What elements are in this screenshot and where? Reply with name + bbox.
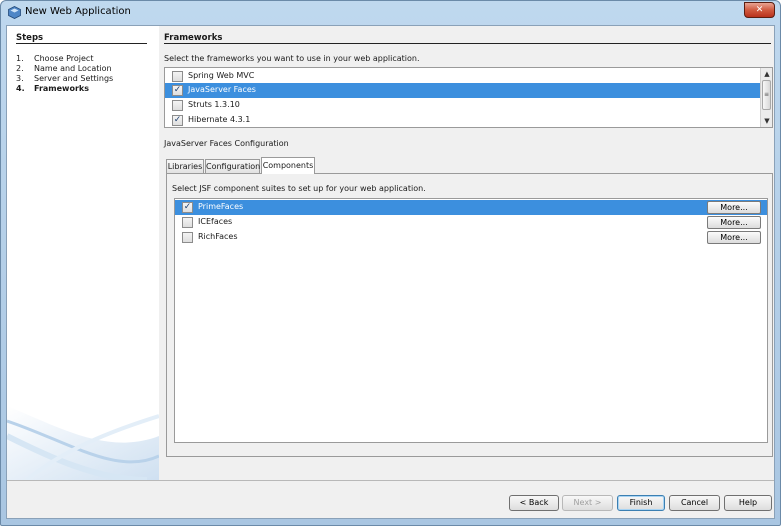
close-button[interactable]: ✕	[744, 2, 775, 18]
tab-configuration[interactable]: Configuration	[205, 159, 260, 173]
step-label: Name and Location	[34, 64, 112, 73]
component-label: ICEfaces	[198, 217, 233, 226]
components-instruction: Select JSF component suites to set up fo…	[172, 184, 426, 193]
step-item: 1. Choose Project	[16, 54, 94, 63]
framework-row-struts[interactable]: Struts 1.3.10	[165, 98, 760, 113]
scrollbar-thumb[interactable]: ≡	[762, 80, 771, 110]
component-label: RichFaces	[198, 232, 238, 241]
step-label: Choose Project	[34, 54, 94, 63]
dialog-body: Steps 1. Choose Project 2. Name and Locati…	[6, 25, 775, 519]
help-button[interactable]: Help	[724, 495, 772, 511]
component-row-richfaces[interactable]: RichFaces More...	[175, 230, 767, 245]
framework-row-jsf[interactable]: ✓ JavaServer Faces	[165, 83, 760, 98]
framework-row-hibernate[interactable]: ✓ Hibernate 4.3.1	[165, 113, 760, 127]
steps-heading: Steps	[16, 33, 44, 43]
component-checkbox[interactable]	[182, 232, 193, 243]
decorative-swoosh-graphic	[7, 406, 159, 480]
component-checkbox[interactable]	[182, 217, 193, 228]
window-title: New Web Application	[25, 6, 131, 17]
framework-checkbox[interactable]: ✓	[172, 115, 183, 126]
tab-libraries[interactable]: Libraries	[166, 159, 204, 173]
more-button[interactable]: More...	[707, 216, 761, 229]
frameworks-divider	[164, 43, 771, 44]
title-bar[interactable]: New Web Application ✕	[1, 1, 780, 25]
framework-label: JavaServer Faces	[188, 85, 256, 94]
frameworks-instruction: Select the frameworks you want to use in…	[164, 54, 420, 63]
frameworks-scrollbar[interactable]: ▲ ≡ ▼	[760, 68, 772, 127]
framework-row-spring[interactable]: Spring Web MVC	[165, 69, 760, 84]
next-button[interactable]: Next >	[562, 495, 613, 511]
framework-label: Hibernate 4.3.1	[188, 115, 251, 124]
netbeans-app-icon	[8, 6, 21, 19]
component-row-icefaces[interactable]: ICEfaces More...	[175, 215, 767, 230]
framework-label: Struts 1.3.10	[188, 100, 240, 109]
more-button[interactable]: More...	[707, 231, 761, 244]
cancel-button[interactable]: Cancel	[669, 495, 720, 511]
dialog-window: New Web Application ✕ Steps 1. Choose Pro…	[0, 0, 781, 526]
step-label: Server and Settings	[34, 74, 114, 83]
close-icon: ✕	[755, 5, 764, 15]
back-button[interactable]: < Back	[509, 495, 559, 511]
tab-components[interactable]: Components	[261, 157, 315, 174]
button-bar-divider	[7, 480, 774, 481]
framework-label: Spring Web MVC	[188, 71, 255, 80]
component-checkbox[interactable]: ✓	[182, 202, 193, 213]
step-item: 3. Server and Settings	[16, 74, 114, 83]
scroll-up-icon[interactable]: ▲	[761, 68, 772, 80]
step-item-current: 4. Frameworks	[16, 84, 89, 93]
more-button[interactable]: More...	[707, 201, 761, 214]
framework-checkbox[interactable]	[172, 71, 183, 82]
component-label: PrimeFaces	[198, 202, 244, 211]
components-list[interactable]: ✓ PrimeFaces More... ICEfaces More... Ri…	[174, 198, 768, 443]
step-item: 2. Name and Location	[16, 64, 112, 73]
frameworks-heading: Frameworks	[164, 33, 223, 43]
steps-divider	[16, 43, 147, 44]
framework-checkbox[interactable]: ✓	[172, 85, 183, 96]
jsf-configuration-label: JavaServer Faces Configuration	[164, 139, 289, 148]
steps-panel: Steps 1. Choose Project 2. Name and Locati…	[7, 26, 159, 480]
finish-button[interactable]: Finish	[617, 495, 665, 511]
scroll-down-icon[interactable]: ▼	[761, 115, 772, 127]
component-row-primefaces[interactable]: ✓ PrimeFaces More...	[175, 200, 767, 215]
step-label: Frameworks	[34, 84, 89, 93]
frameworks-list[interactable]: Spring Web MVC ✓ JavaServer Faces Struts…	[164, 67, 773, 128]
framework-checkbox[interactable]	[172, 100, 183, 111]
